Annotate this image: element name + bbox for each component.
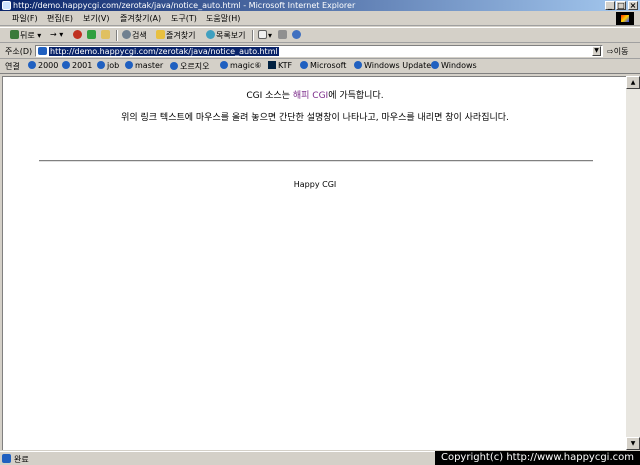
link-label: Microsoft <box>310 61 347 70</box>
link-label: 오르지오 <box>180 62 210 71</box>
link-windows[interactable]: Windows <box>431 61 477 70</box>
print-button[interactable] <box>278 30 288 40</box>
link-label: magic⑥ <box>230 61 262 70</box>
menu-bar: 파일(F) 편집(E) 보기(V) 즐겨찾기(A) 도구(T) 도움말(H) <box>0 11 640 26</box>
mail-icon <box>258 30 267 39</box>
link-ktf[interactable]: KTF <box>268 61 292 70</box>
link-page-icon <box>300 61 308 69</box>
vertical-scrollbar[interactable]: ▲ ▼ <box>626 76 640 450</box>
home-button[interactable] <box>101 30 111 40</box>
ie-app-icon <box>2 1 11 10</box>
history-label: 목록보기 <box>216 31 246 40</box>
copyright-overlay: Copyright(c) http://www.happycgi.com <box>435 451 640 465</box>
status-text: 완료 <box>14 455 29 464</box>
link-page-icon <box>28 61 36 69</box>
favorites-button[interactable]: 즐겨찾기 <box>156 30 195 41</box>
horizontal-rule <box>39 160 593 162</box>
scroll-down-button[interactable]: ▼ <box>626 437 640 450</box>
messenger-icon <box>292 30 301 39</box>
search-button[interactable]: 검색 <box>122 30 147 41</box>
link-page-icon <box>354 61 362 69</box>
back-arrow-icon <box>10 30 19 39</box>
intro-prefix: CGI 소스는 <box>246 91 293 101</box>
page-content: CGI 소스는 해피 CGI에 가득합니다. 위의 링크 텍스트에 마우스를 올… <box>2 76 626 450</box>
ie-throbber-logo <box>616 12 634 25</box>
menu-view[interactable]: 보기(V) <box>83 13 109 24</box>
link-master[interactable]: master <box>125 61 163 70</box>
links-bar: 연결 2000 2001 job master 오르지오 magic⑥ KTF … <box>0 60 640 74</box>
happy-cgi-link[interactable]: 해피 CGI <box>293 91 328 101</box>
mail-button[interactable]: ▾ <box>258 30 272 40</box>
stop-icon <box>73 30 82 39</box>
link-microsoft[interactable]: Microsoft <box>300 61 346 70</box>
link-page-icon <box>97 61 105 69</box>
toolbar-separator <box>116 30 118 41</box>
link-label: Windows <box>441 61 477 70</box>
search-icon <box>122 30 131 39</box>
close-button[interactable]: × <box>628 1 638 10</box>
page-icon <box>38 47 47 55</box>
favorites-label: 즐겨찾기 <box>166 31 196 40</box>
title-bar: http://demo.happycgi.com/zerotak/java/no… <box>0 0 640 11</box>
link-job[interactable]: job <box>97 61 119 70</box>
address-url[interactable]: http://demo.happycgi.com/zerotak/java/no… <box>49 47 279 56</box>
address-input[interactable]: http://demo.happycgi.com/zerotak/java/no… <box>35 45 603 57</box>
scroll-up-button[interactable]: ▲ <box>626 76 640 89</box>
standard-toolbar: 뒤로 ▾ → ▾ 검색 즐겨찾기 목록보기 ▾ <box>0 27 640 43</box>
forward-button[interactable]: → ▾ <box>50 30 63 39</box>
menu-edit[interactable]: 편집(E) <box>47 13 73 24</box>
home-icon <box>101 30 110 39</box>
go-arrow-icon: ⇨ <box>607 47 614 56</box>
print-icon <box>278 30 287 39</box>
go-label: 이동 <box>613 47 629 56</box>
history-button[interactable]: 목록보기 <box>206 30 245 41</box>
back-button[interactable]: 뒤로 ▾ <box>10 30 41 41</box>
window-title: http://demo.happycgi.com/zerotak/java/no… <box>13 1 356 10</box>
toolbar-separator <box>252 30 254 41</box>
favorites-icon <box>156 30 165 39</box>
link-magic[interactable]: magic⑥ <box>220 61 262 70</box>
address-label: 주소(D) <box>5 47 33 56</box>
link-label: job <box>107 61 120 70</box>
stop-button[interactable] <box>73 30 83 40</box>
maximize-button[interactable]: □ <box>616 1 626 10</box>
link-2000[interactable]: 2000 <box>28 61 58 70</box>
menu-favorites[interactable]: 즐겨찾기(A) <box>120 13 161 24</box>
link-page-icon <box>220 61 228 69</box>
link-page-icon <box>170 62 178 70</box>
link-windows-update[interactable]: Windows Update <box>354 61 431 70</box>
footer-text: Happy CGI <box>293 180 337 189</box>
address-bar: 주소(D) http://demo.happycgi.com/zerotak/j… <box>0 44 640 59</box>
link-page-icon <box>125 61 133 69</box>
refresh-button[interactable] <box>87 30 97 40</box>
refresh-icon <box>87 30 96 39</box>
messenger-button[interactable] <box>292 30 302 40</box>
search-label: 검색 <box>132 31 147 40</box>
description-line: 위의 링크 텍스트에 마우스를 올려 놓으면 간단한 설명창이 나타나고, 마우… <box>121 113 509 123</box>
link-label: master <box>135 61 164 70</box>
history-icon <box>206 30 215 39</box>
menu-tools[interactable]: 도구(T) <box>171 13 197 24</box>
link-page-icon <box>62 61 70 69</box>
ktf-logo-icon <box>268 61 276 69</box>
menu-help[interactable]: 도움말(H) <box>206 13 240 24</box>
link-label: Windows Update <box>364 61 432 70</box>
link-label: 2000 <box>38 61 59 70</box>
intro-line: CGI 소스는 해피 CGI에 가득합니다. <box>3 88 627 101</box>
address-dropdown-button[interactable]: ▼ <box>592 46 601 56</box>
page-status-icon <box>2 454 11 463</box>
back-label: 뒤로 <box>20 31 35 40</box>
minimize-button[interactable]: _ <box>605 1 615 10</box>
intro-suffix: 에 가득합니다. <box>328 91 384 101</box>
link-label: 2001 <box>72 61 93 70</box>
link-page-icon <box>431 61 439 69</box>
link-2001[interactable]: 2001 <box>62 61 92 70</box>
forward-arrow-icon: → <box>50 30 57 39</box>
links-label: 연결 <box>5 62 20 71</box>
link-label: KTF <box>278 61 293 70</box>
link-orgio[interactable]: 오르지오 <box>170 61 209 72</box>
go-button[interactable]: ⇨이동 <box>607 46 628 57</box>
menu-file[interactable]: 파일(F) <box>12 13 38 24</box>
